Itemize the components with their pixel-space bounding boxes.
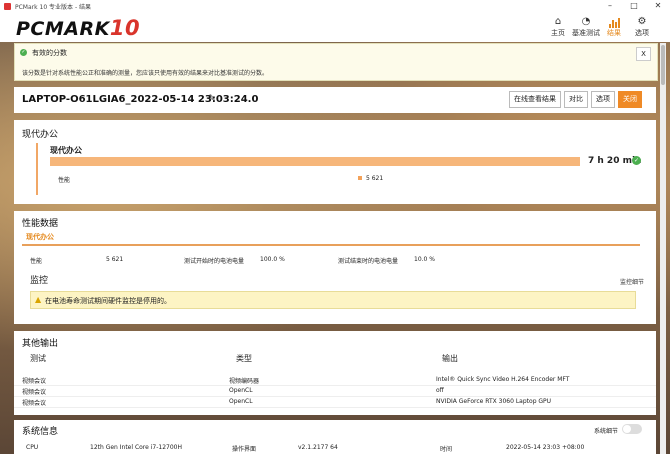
- table-row: 视频会议 OpenCL NVIDIA GeForce RTX 3060 Lapt…: [14, 397, 656, 408]
- gear-icon: ⚙: [637, 16, 647, 27]
- compare-button[interactable]: 对比: [564, 91, 588, 108]
- section-title: 现代办公: [22, 130, 59, 140]
- close-result-button[interactable]: 关闭: [618, 91, 642, 108]
- perf-legend-dot: [358, 176, 362, 180]
- system-details-toggle[interactable]: [622, 424, 642, 434]
- table-row: 视频会议 视频编码器 Intel® Quick Sync Video H.264…: [14, 375, 656, 386]
- close-window-button[interactable]: ✕: [646, 0, 670, 12]
- maximize-button[interactable]: □: [622, 0, 646, 12]
- kv-label: 测试开始时的电池电量: [184, 258, 245, 265]
- valid-check-icon: ✓: [632, 156, 641, 165]
- kv-value: 5 621: [106, 256, 124, 263]
- notice-description: 该分数是针对系统性能公正和准确的测量，您应该只使用有效的结果来对比基准测试的分数…: [22, 70, 269, 77]
- warning-icon: ▲: [35, 295, 42, 304]
- valid-score-notice: ✓ 有效的分数 该分数是针对系统性能公正和准确的测量，您应该只使用有效的结果来对…: [14, 43, 658, 81]
- nav-home[interactable]: ⌂ 主页: [544, 15, 572, 38]
- time-label: 时间: [440, 446, 453, 453]
- other-output-section: 其他输出 测试 类型 输出 视频会议 视频编码器 Intel® Quick Sy…: [14, 331, 656, 415]
- cpu-label: CPU: [26, 444, 39, 451]
- tab-modern-office[interactable]: 现代办公: [26, 232, 54, 242]
- time-value: 2022-05-14 23:03 +08:00: [506, 444, 585, 451]
- monitor-detail-link[interactable]: 监控细节: [620, 277, 644, 286]
- kv-value: 100.0 %: [260, 256, 285, 263]
- perf-tabs: 现代办公: [22, 230, 640, 246]
- options-button[interactable]: 选项: [591, 91, 615, 108]
- perf-value: 5 621: [366, 175, 384, 182]
- edit-name-icon[interactable]: ✎: [208, 94, 216, 104]
- monitor-title: 监控: [30, 276, 49, 286]
- result-header: LAPTOP-O61LGIA6_2022-05-14 23:03:24.0 ✎ …: [14, 87, 656, 113]
- notice-close-button[interactable]: X: [636, 47, 651, 61]
- section-title: 系统信息: [22, 427, 59, 437]
- os-label: 操作界面: [232, 446, 257, 453]
- kv-value: 10.0 %: [414, 256, 435, 263]
- main-nav: ⌂ 主页 ◔ 基准测试 结果 ⚙ 选项: [544, 15, 656, 38]
- table-row: 视频会议 OpenCL off: [14, 386, 656, 397]
- os-value: v2.1.2177 64: [298, 444, 338, 451]
- perf-label: 性能: [58, 177, 71, 184]
- col-header-output: 输出: [442, 354, 458, 363]
- kv-label: 性能: [30, 258, 43, 265]
- cpu-value: 12th Gen Intel Core i7-12700H: [90, 444, 182, 451]
- bar-chart-icon: [600, 15, 628, 28]
- kv-label: 测试结束时的电池电量: [338, 258, 399, 265]
- system-info-section: 系统信息 系统细节 CPU 12th Gen Intel Core i7-127…: [14, 420, 656, 454]
- home-icon: ⌂: [554, 16, 562, 27]
- system-details-label: 系统细节: [593, 428, 618, 435]
- app-header: PCMARK10 ⌂ 主页 ◔ 基准测试 结果 ⚙ 选项: [0, 12, 670, 42]
- scrollbar[interactable]: [660, 43, 666, 454]
- minimize-button[interactable]: –: [598, 0, 622, 12]
- nav-results[interactable]: 结果: [600, 15, 628, 38]
- score-box: 现代办公 7 h 20 min ✓ 性能 5 621: [36, 143, 648, 195]
- result-name: LAPTOP-O61LGIA6_2022-05-14 23:03:24.0: [22, 94, 259, 105]
- score-bar: [50, 157, 580, 166]
- nav-options[interactable]: ⚙ 选项: [628, 15, 656, 38]
- view-online-button[interactable]: 在线查看结果: [509, 91, 561, 108]
- col-header-test: 测试: [30, 354, 46, 363]
- app-icon: [4, 2, 11, 10]
- monitor-warning: ▲ 在电池寿命测试期间硬件监控是停用的。: [30, 291, 636, 309]
- notice-title: 有效的分数: [32, 49, 67, 57]
- warning-text: 在电池寿命测试期间硬件监控是停用的。: [45, 297, 171, 305]
- gauge-icon: ◔: [581, 16, 591, 27]
- section-title: 其他输出: [22, 339, 59, 349]
- pcmark-logo: PCMARK10: [16, 16, 141, 40]
- scrollbar-thumb[interactable]: [661, 45, 665, 85]
- col-header-type: 类型: [236, 354, 252, 363]
- check-icon: ✓: [20, 49, 27, 56]
- office-score-section: 现代办公 现代办公 7 h 20 min ✓ 性能 5 621: [14, 120, 656, 204]
- window-title: PCMark 10 专业版本 - 结果: [15, 3, 92, 11]
- perf-data-section: 性能数据 现代办公 性能 5 621 测试开始时的电池电量 100.0 % 测试…: [14, 211, 656, 324]
- section-title: 性能数据: [22, 219, 59, 229]
- score-item-name: 现代办公: [50, 146, 82, 155]
- nav-benchmarks[interactable]: ◔ 基准测试: [572, 15, 600, 38]
